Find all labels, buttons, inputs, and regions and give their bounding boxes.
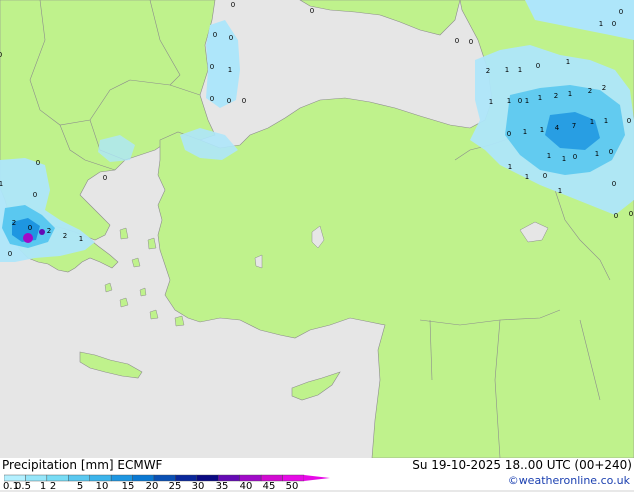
legend-tick-label: 15 [121,481,135,492]
legend-tick-label: 50 [285,481,299,492]
precip-value-label: 1 [505,66,509,74]
precip-value-label: 1 [595,150,599,158]
precip-value-label: 0 [242,97,246,105]
precip-value-label: 0 [28,224,32,232]
precip-value-label: 2 [63,232,67,240]
map-title: Precipitation [mm] ECMWF [2,458,163,472]
precip-value-label: 0 [310,7,314,15]
legend-tick-label: 0.5 [15,481,31,492]
precip-value-label: 0 [231,1,235,9]
legend-tick-label: 40 [239,481,253,492]
precip-value-label: 1 [489,98,493,106]
precip-value-label: 4 [555,124,560,132]
precip-value-label: 2 [12,219,16,227]
legend-tick-label: 5 [76,481,84,492]
precip-value-label: 0 [612,180,616,188]
precip-value-label: 0 [36,159,40,167]
precip-value-label: 2 [554,92,558,100]
precip-value-label: 0 [518,97,522,105]
precip-value-label: 1 [79,235,83,243]
precip-value-label: 0 [609,148,613,156]
precip-value-label: 1 [599,20,603,28]
precip-value-label: 0 [210,95,214,103]
credit-link[interactable]: ©weatheronline.co.uk [508,474,630,487]
legend-tick-label: 45 [262,481,276,492]
precip-value-label: 2 [588,87,592,95]
precip-value-label: 1 [568,90,572,98]
precip-value-label: 0 [619,8,623,16]
legend-tick-label: 1 [39,481,47,492]
precip-value-label: 0 [103,174,107,182]
precip-value-label: 1 [508,163,512,171]
precip-value-label: 1 [523,128,527,136]
precipitation-map: 000 00 10 0 001 00 012 1 1 01 1 0 1 1 2 1 2 20 1 1 4 7 1 1 01 1 0 1… [0,0,634,458]
precip-value-label: 0 [536,62,540,70]
precip-value-label: 1 [518,66,522,74]
precip-value-label: 0 [210,63,214,71]
precip-value-label: 1 [507,97,511,105]
precip-value-label: 0 [614,212,618,220]
precip-value-label: 1 [558,187,562,195]
precip-value-label: 1 [590,118,594,126]
precip-value-label: 0 [213,31,217,39]
precip-value-label: 0 [573,153,577,161]
legend-arrow [304,475,330,481]
precip-value-label: 2 [602,84,606,92]
precip-value-label: 0 [455,37,459,45]
precip-value-label: 7 [572,122,576,130]
precip-value-label: 0 [8,250,12,258]
precip-value-label: 0 [629,210,633,218]
valid-time: Su 19-10-2025 18..00 UTC (00+240) [412,458,632,472]
precip-value-label: 1 [228,66,232,74]
precip-value-label: 2 [47,227,51,235]
precip-west-core-2 [39,229,45,235]
precip-value-label: 0 [227,97,231,105]
precip-value-label: 0 [627,117,631,125]
precip-value-label: 1 [547,152,551,160]
precip-value-label: 1 [562,155,566,163]
legend-tick-label: 2 [49,481,57,492]
map-footer: Precipitation [mm] ECMWF Su 19-10-2025 1… [0,458,634,492]
precip-value-label: 0 [543,172,547,180]
precip-value-label: 1 [0,180,3,188]
precip-value-label: 1 [525,97,529,105]
legend-tick-label: 25 [168,481,182,492]
precip-value-label: 1 [538,94,542,102]
precip-value-label: 0 [0,51,2,59]
precip-value-label: 0 [507,130,511,138]
precip-value-label: 0 [33,191,37,199]
precip-value-label: 1 [525,173,529,181]
legend-tick-label: 35 [215,481,229,492]
precip-value-label: 0 [469,38,473,46]
precip-value-label: 0 [229,34,233,42]
precip-value-label: 1 [604,117,608,125]
precip-west-core [23,233,33,243]
legend-tick-label: 10 [95,481,109,492]
precip-value-label: 1 [566,58,570,66]
precip-value-label: 2 [486,67,490,75]
precip-value-label: 0 [612,20,616,28]
precip-value-label: 1 [540,126,544,134]
legend-tick-label: 20 [145,481,159,492]
legend-tick-label: 30 [191,481,205,492]
